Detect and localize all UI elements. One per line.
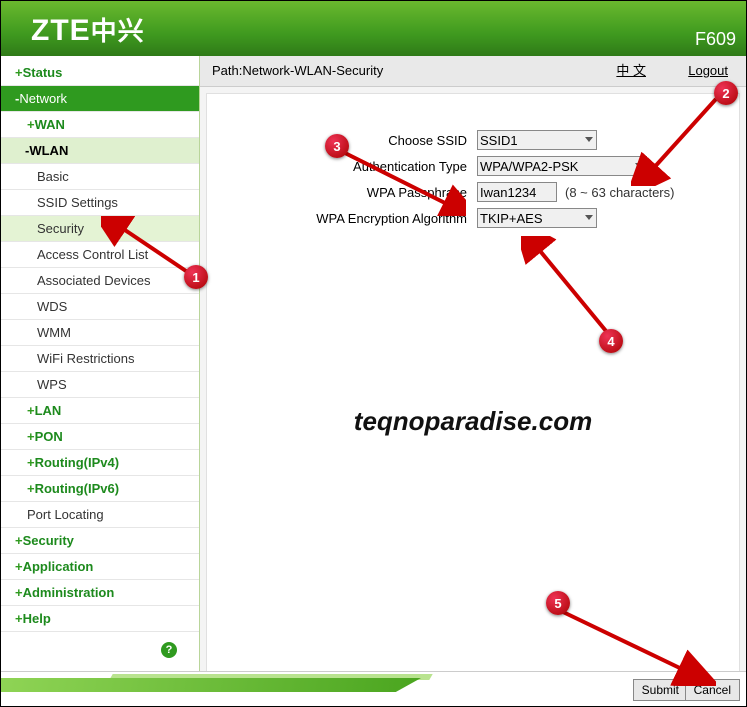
- ssid-select[interactable]: SSID1: [477, 130, 597, 150]
- path-label: Path:Network-WLAN-Security: [212, 63, 383, 78]
- sidebar-item-pon[interactable]: +PON: [1, 424, 199, 450]
- sidebar-item-network[interactable]: -Network: [1, 86, 199, 112]
- sidebar-item-ssid-settings[interactable]: SSID Settings: [1, 190, 199, 216]
- model-label: F609: [695, 29, 736, 50]
- annotation-arrow-3: [336, 146, 466, 216]
- annotation-arrow-2: [631, 96, 731, 186]
- auth-select[interactable]: WPA/WPA2-PSK: [477, 156, 647, 176]
- watermark: teqnoparadise.com: [354, 406, 592, 437]
- annotation-arrow-4: [521, 236, 621, 336]
- annotation-badge-5: 5: [546, 591, 570, 615]
- sidebar-item-routing4[interactable]: +Routing(IPv4): [1, 450, 199, 476]
- algo-select[interactable]: TKIP+AES: [477, 208, 597, 228]
- sidebar: +Status -Network +WAN -WLAN Basic SSID S…: [1, 56, 200, 672]
- logo: ZTE中兴: [31, 11, 145, 48]
- annotation-badge-4: 4: [599, 329, 623, 353]
- footer-stripe: [1, 678, 421, 692]
- sidebar-item-basic[interactable]: Basic: [1, 164, 199, 190]
- sidebar-item-status[interactable]: +Status: [1, 60, 199, 86]
- sidebar-item-lan[interactable]: +LAN: [1, 398, 199, 424]
- logo-cn: 中兴: [91, 16, 145, 46]
- sidebar-item-wifi-restr[interactable]: WiFi Restrictions: [1, 346, 199, 372]
- passphrase-input[interactable]: [477, 182, 557, 202]
- annotation-arrow-5: [556, 606, 716, 686]
- logo-en: ZTE: [31, 14, 91, 47]
- annotation-badge-3: 3: [325, 134, 349, 158]
- sidebar-item-wps[interactable]: WPS: [1, 372, 199, 398]
- sidebar-item-security-top[interactable]: +Security: [1, 528, 199, 554]
- sidebar-item-wds[interactable]: WDS: [1, 294, 199, 320]
- sidebar-item-wan[interactable]: +WAN: [1, 112, 199, 138]
- header: ZTE中兴 F609: [1, 1, 746, 56]
- annotation-badge-1: 1: [184, 265, 208, 289]
- sidebar-item-administration[interactable]: +Administration: [1, 580, 199, 606]
- sidebar-item-wmm[interactable]: WMM: [1, 320, 199, 346]
- sidebar-item-help[interactable]: +Help: [1, 606, 199, 632]
- sidebar-item-port-locating[interactable]: Port Locating: [1, 502, 199, 528]
- sidebar-item-routing6[interactable]: +Routing(IPv6): [1, 476, 199, 502]
- annotation-badge-2: 2: [714, 81, 738, 105]
- sidebar-item-wlan[interactable]: -WLAN: [1, 138, 199, 164]
- help-icon[interactable]: ?: [161, 642, 177, 658]
- annotation-arrow-1: [101, 216, 201, 276]
- language-link[interactable]: 中 文: [616, 56, 646, 86]
- pass-hint: (8 ~ 63 characters): [565, 185, 674, 200]
- sidebar-item-application[interactable]: +Application: [1, 554, 199, 580]
- breadcrumb: Path:Network-WLAN-Security 中 文 Logout: [200, 56, 746, 87]
